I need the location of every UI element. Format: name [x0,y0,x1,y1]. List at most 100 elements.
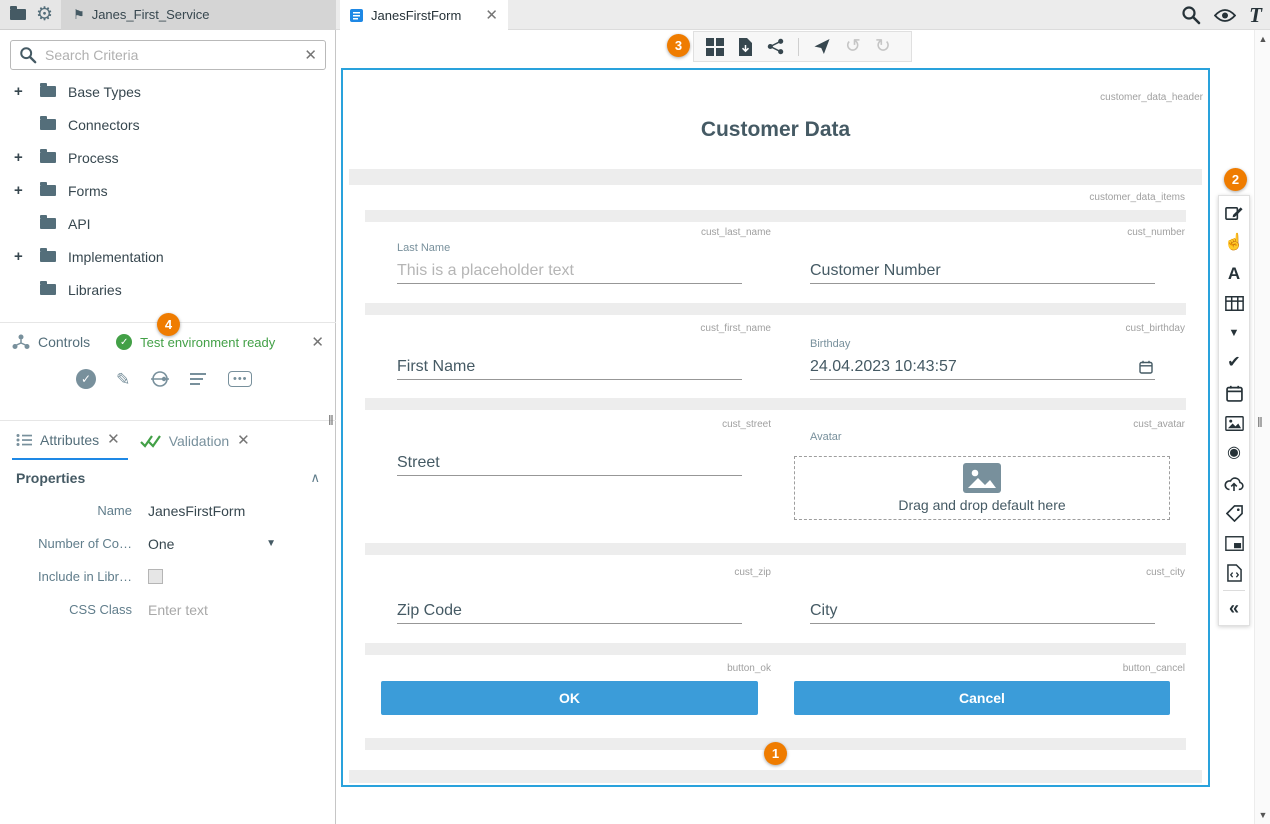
name-value[interactable]: JanesFirstForm [148,503,245,519]
status-check-icon: ✓ [116,334,132,350]
touch-pointer-icon[interactable]: ☝ [1218,228,1250,258]
tab-attributes[interactable]: Attributes ✕ [12,421,128,460]
share-icon[interactable] [767,38,784,55]
css-class-input[interactable] [148,602,298,618]
element-tag: cust_city [1146,567,1185,578]
avatar-dropzone[interactable]: Drag and drop default here [794,456,1170,520]
validation-doublecheck-icon [140,434,161,448]
expand-icon[interactable]: + [14,149,40,166]
tree-item-base-types[interactable]: + Base Types [0,75,336,108]
expand-icon[interactable]: + [14,182,40,199]
tree-item-api[interactable]: API [0,207,336,240]
radio-button-icon[interactable]: ◉ [1218,438,1250,468]
dropdown-icon[interactable]: ▼ [1218,318,1250,348]
tree-item-connectors[interactable]: Connectors [0,108,336,141]
log-lines-icon[interactable] [190,372,208,386]
tab-close-icon[interactable]: ✕ [485,8,498,23]
form-edit-icon[interactable] [1218,198,1250,228]
code-file-icon[interactable] [1218,558,1250,588]
import-document-icon[interactable] [738,38,753,56]
attributes-close-icon[interactable]: ✕ [107,432,120,447]
zip-code-field[interactable]: Zip Code [397,600,742,624]
folder-icon [40,86,56,97]
project-header-bar: ⚙ ⚑ Janes_First_Service [0,0,336,30]
validation-close-icon[interactable]: ✕ [237,433,250,448]
scroll-up-icon[interactable]: ▲ [1255,34,1270,44]
scroll-down-icon[interactable]: ▼ [1255,810,1270,820]
search-input[interactable] [45,47,296,63]
collapse-chevron-icon[interactable]: ∧ [310,470,320,486]
service-tab-label: Janes_First_Service [92,7,210,22]
form-design-canvas[interactable]: customer_data_header Customer Data custo… [341,68,1210,787]
layout-grid-icon[interactable] [706,38,724,56]
test-pen-icon[interactable]: ✎ [116,371,130,388]
include-in-library-checkbox[interactable] [148,569,163,584]
search-box[interactable]: ✕ [10,40,326,70]
search-icon [19,46,37,64]
image-control-icon[interactable] [1218,408,1250,438]
element-tag: cust_last_name [701,227,771,238]
text-tool-icon[interactable]: T [1249,3,1262,28]
last-name-field[interactable]: This is a placeholder text [397,260,742,284]
controls-icon [12,334,30,350]
ok-button[interactable]: OK [381,681,758,715]
upload-cloud-icon[interactable] [1218,468,1250,498]
controls-close-icon[interactable]: ✕ [311,335,324,350]
tree-item-forms[interactable]: + Forms [0,174,336,207]
checkbox-control-icon[interactable]: ✔ [1218,348,1250,378]
console-icon[interactable]: ••• [228,371,252,387]
columns-dropdown[interactable]: One ▼ [148,536,276,552]
undo-icon[interactable]: ↺ [845,37,861,56]
attributes-list-icon [16,433,32,447]
field-label: Last Name [397,242,450,254]
birthday-field[interactable]: 24.04.2023 10:43:57 [810,356,1155,380]
calendar-control-icon[interactable] [1218,378,1250,408]
property-row-name: Name JanesFirstForm [0,494,336,527]
search-icon[interactable] [1181,5,1201,25]
bottom-panel-tabs: Attributes ✕ Validation ✕ [0,420,336,460]
first-name-field[interactable]: First Name [397,356,742,380]
tree-item-implementation[interactable]: + Implementation [0,240,336,273]
palette-divider [1223,590,1245,591]
tag-icon[interactable] [1218,498,1250,528]
palette-resize-handle[interactable]: ‖ [1257,414,1263,430]
tab-validation[interactable]: Validation ✕ [136,421,258,460]
spacer-strip [365,398,1186,410]
chevron-down-icon: ▼ [266,538,276,549]
project-folder-icon[interactable] [10,9,26,20]
calendar-icon[interactable] [1139,360,1153,374]
left-sidebar: ✕ + Base Types Connectors + Process + F [0,30,336,824]
tree-item-libraries[interactable]: Libraries [0,273,336,306]
street-field[interactable]: Street [397,452,742,476]
eye-icon[interactable] [1214,8,1236,23]
sidebar-resize-handle[interactable]: ‖ [328,412,334,428]
settings-gear-icon[interactable]: ⚙ [36,5,53,24]
redo-icon[interactable]: ↻ [875,37,891,56]
expand-icon[interactable]: + [14,248,40,265]
publish-send-icon[interactable] [813,38,831,55]
service-tab[interactable]: ⚑ Janes_First_Service [61,0,336,30]
connector-plug-icon[interactable] [150,370,170,388]
test-environment-status: Test environment ready [140,335,275,350]
element-tag: cust_zip [734,567,771,578]
overlay-frame-icon[interactable] [1218,528,1250,558]
cancel-button[interactable]: Cancel [794,681,1170,715]
form-title[interactable]: Customer Data [343,118,1208,142]
collapse-palette-icon[interactable]: « [1218,593,1250,623]
expand-icon[interactable]: + [14,83,40,100]
city-field[interactable]: City [810,600,1155,624]
spacer-strip [365,210,1186,222]
run-check-icon[interactable]: ✓ [76,369,96,389]
element-tag: cust_avatar [1133,419,1185,430]
properties-panel: Properties ∧ Name JanesFirstForm Number … [0,462,336,626]
app-window: ⚙ ⚑ Janes_First_Service ✕ + Base Types [0,0,1270,824]
spacer-strip [349,770,1202,783]
spacer-strip [365,543,1186,555]
table-icon[interactable] [1218,288,1250,318]
search-clear-icon[interactable]: ✕ [304,48,317,63]
editor-tab-janesfirstform[interactable]: JanesFirstForm ✕ [340,0,508,30]
customer-number-field[interactable]: Customer Number [810,260,1155,284]
text-control-icon[interactable]: A [1218,258,1250,288]
tree-item-process[interactable]: + Process [0,141,336,174]
element-tag: cust_birthday [1126,323,1185,334]
